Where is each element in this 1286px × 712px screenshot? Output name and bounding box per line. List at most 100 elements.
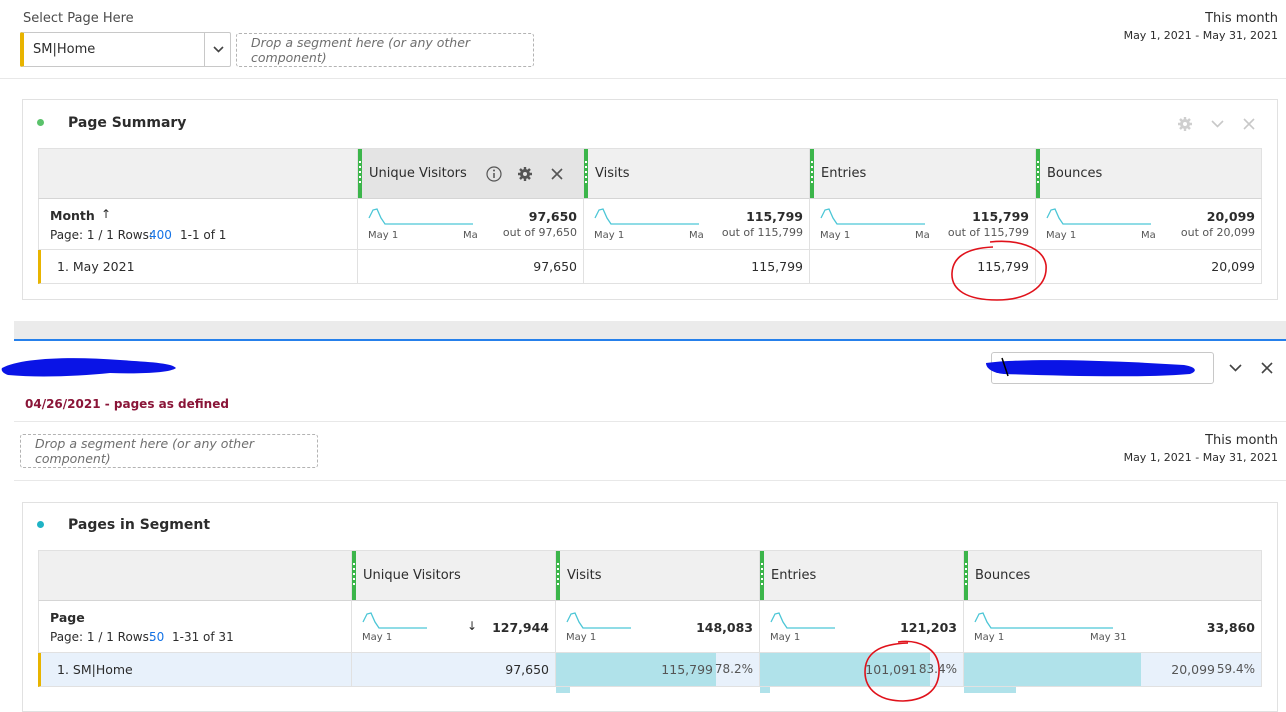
column-header-unique-visitors[interactable]: Unique Visitors: [352, 550, 556, 601]
sparkline-start-label: May 1: [770, 632, 801, 643]
sparkline-end-label: Ma: [1141, 230, 1156, 241]
rows-per-page-link[interactable]: 50: [149, 630, 164, 644]
column-header-label: Bounces: [1047, 166, 1103, 181]
percent-bar: [964, 653, 1141, 686]
metric-total: 20,099: [1206, 209, 1255, 224]
table-cell[interactable]: 78.2% 115,799: [556, 653, 760, 687]
metric-out-of: out of 20,099: [1180, 226, 1255, 239]
gear-icon[interactable]: [1176, 116, 1194, 132]
table-cell[interactable]: 20,099: [1036, 250, 1262, 284]
column-header-entries[interactable]: Entries: [760, 550, 964, 601]
cell-value: 115,799: [661, 662, 713, 677]
metric-total: 33,860: [1206, 620, 1255, 635]
metric-total-cell: May 1 Ma 115,799 out of 115,799: [584, 199, 810, 250]
table-cell[interactable]: 97,650: [358, 250, 584, 284]
sparkline-start-label: May 1: [594, 230, 625, 241]
column-header-label: Unique Visitors: [369, 166, 467, 181]
sort-up-icon[interactable]: ↑: [101, 207, 111, 221]
metric-total: 115,799: [746, 209, 803, 224]
sort-down-icon[interactable]: ↓: [467, 619, 477, 633]
close-icon[interactable]: [1240, 116, 1258, 132]
sparkline: [594, 208, 699, 225]
chevron-down-icon[interactable]: [206, 33, 231, 66]
segment-dropzone[interactable]: Drop a segment here (or any other compon…: [20, 434, 318, 468]
column-header-label: Bounces: [975, 568, 1031, 583]
annotation-circle: [951, 240, 1047, 301]
cell-value: 115,799: [751, 259, 803, 274]
panel-divider: [14, 321, 1286, 339]
page-select-value: SM|Home: [33, 42, 96, 57]
metric-total-cell: May 1 ↓ 127,944: [352, 601, 556, 653]
table-cell[interactable]: 97,650: [352, 653, 556, 687]
sparkline-start-label: May 1: [368, 230, 399, 241]
dimension-header: [38, 148, 358, 199]
sparkline-start-label: May 1: [820, 230, 851, 241]
select-page-label: Select Page Here: [23, 11, 134, 26]
cell-value: 20,099: [1211, 259, 1255, 274]
column-header-visits[interactable]: Visits: [584, 148, 810, 199]
close-icon[interactable]: [1258, 360, 1276, 376]
table-row-label-cell[interactable]: 1. May 2021: [38, 250, 358, 284]
redacted-segment-name: [986, 357, 1195, 377]
dimension-header: [38, 550, 352, 601]
date-range[interactable]: This month May 1, 2021 - May 31, 2021: [1124, 433, 1278, 464]
close-icon[interactable]: [549, 166, 565, 182]
column-header-unique-visitors[interactable]: Unique Visitors: [358, 148, 584, 199]
table-row-label-cell[interactable]: 1. SM|Home: [38, 653, 352, 687]
metric-total: 121,203: [900, 620, 957, 635]
column-header-visits[interactable]: Visits: [556, 550, 760, 601]
column-header-entries[interactable]: Entries: [810, 148, 1036, 199]
segment-dropzone[interactable]: Drop a segment here (or any other compon…: [236, 33, 534, 67]
sparkline-end-label: Ma: [689, 230, 704, 241]
cell-value: 97,650: [533, 259, 577, 274]
column-header-bounces[interactable]: Bounces: [1036, 148, 1262, 199]
sparkline: [770, 612, 835, 629]
page-select[interactable]: SM|Home: [20, 32, 231, 67]
metric-total: 127,944: [492, 620, 549, 635]
table-cell[interactable]: 115,799: [584, 250, 810, 284]
row-label: 1. May 2021: [57, 259, 135, 274]
chevron-down-icon[interactable]: [1208, 116, 1226, 132]
annotation-circle: [864, 640, 940, 702]
metric-out-of: out of 97,650: [502, 226, 577, 239]
row-range: 1-1 of 1: [180, 228, 227, 242]
dimension-name[interactable]: Month: [50, 208, 95, 223]
panel-status-dot: [37, 521, 44, 528]
date-range-value: May 1, 2021 - May 31, 2021: [1123, 451, 1278, 464]
column-header-bounces[interactable]: Bounces: [964, 550, 1262, 601]
row-label: 1. SM|Home: [57, 662, 133, 677]
date-range-label: This month: [1205, 11, 1278, 26]
sparkline-start-label: May 1: [362, 632, 393, 643]
panel-title: Page Summary: [68, 115, 187, 131]
info-icon[interactable]: [485, 165, 503, 183]
metric-total-cell: May 1 148,083: [556, 601, 760, 653]
sparkline-start-label: May 1: [974, 632, 1005, 643]
column-header-label: Visits: [595, 166, 630, 181]
panel-active-line: [14, 339, 1286, 341]
column-header-label: Visits: [567, 568, 602, 583]
column-header-label: Entries: [821, 166, 867, 181]
gear-icon[interactable]: [516, 165, 534, 183]
sparkline-end-label: Ma: [463, 230, 478, 241]
sparkline: [820, 208, 925, 225]
sparkline: [974, 612, 1113, 629]
panel-status-dot: [37, 119, 44, 126]
metric-total-cell: May 1 May 31 33,860: [964, 601, 1262, 653]
rows-per-page-link[interactable]: 400: [149, 228, 172, 242]
cell-percent: 59.4%: [1216, 662, 1255, 676]
cell-percent: 78.2%: [714, 662, 753, 676]
cell-value: 20,099: [1171, 662, 1215, 677]
redacted-title: [1, 358, 176, 377]
dimension-totals-cell: Page Page: 1 / 1 Rows: 50 1-31 of 31: [38, 601, 352, 653]
chevron-down-icon[interactable]: [1226, 360, 1244, 376]
sparkline: [566, 612, 631, 629]
metric-total-cell: May 1 Ma 97,650 out of 97,650: [358, 199, 584, 250]
dimension-name[interactable]: Page: [50, 610, 85, 625]
sparkline-end-label: Ma: [915, 230, 930, 241]
date-range[interactable]: This month May 1, 2021 - May 31, 2021: [1124, 11, 1278, 42]
metric-total: 148,083: [696, 620, 753, 635]
metric-out-of: out of 115,799: [721, 226, 803, 239]
date-range-value: May 1, 2021 - May 31, 2021: [1123, 29, 1278, 42]
metric-total-cell: May 1 Ma 20,099 out of 20,099: [1036, 199, 1262, 250]
table-cell[interactable]: 59.4% 20,099: [964, 653, 1262, 687]
